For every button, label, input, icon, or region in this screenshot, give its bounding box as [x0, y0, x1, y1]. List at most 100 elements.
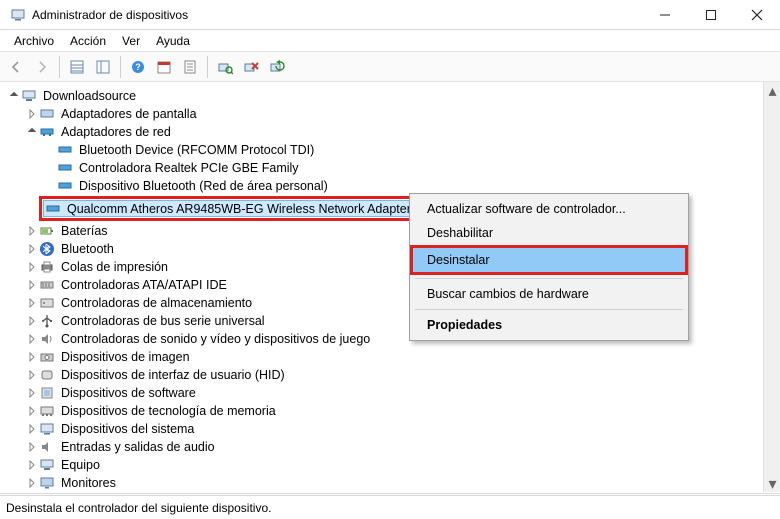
computer-icon	[21, 88, 37, 104]
back-button[interactable]	[4, 55, 28, 79]
tree-node-label: Bluetooth	[59, 242, 116, 256]
menu-view[interactable]: Ver	[114, 32, 148, 50]
expand-icon[interactable]	[25, 476, 39, 490]
tree-node-label: Colas de impresión	[59, 260, 170, 274]
tree-node-label: Entradas y salidas de audio	[59, 440, 217, 454]
tree-node-label: Controladora Realtek PCIe GBE Family	[77, 161, 301, 175]
context-menu-update-driver[interactable]: Actualizar software de controlador...	[413, 197, 685, 221]
scroll-up-arrow[interactable]: ▴	[764, 82, 780, 99]
calendar-icon[interactable]	[152, 55, 176, 79]
collapse-icon[interactable]	[25, 125, 39, 139]
tree-node-system-devices[interactable]: Dispositivos del sistema	[7, 420, 762, 438]
context-menu-separator	[415, 309, 683, 310]
tree-node-label: Dispositivos de software	[59, 386, 198, 400]
expand-icon[interactable]	[25, 314, 39, 328]
context-menu-scan-hardware[interactable]: Buscar cambios de hardware	[413, 282, 685, 306]
uninstall-device-button[interactable]	[239, 55, 263, 79]
expand-icon[interactable]	[25, 224, 39, 238]
expand-icon[interactable]	[25, 242, 39, 256]
tree-node-image-devices[interactable]: Dispositivos de imagen	[7, 348, 762, 366]
svg-text:?: ?	[135, 62, 141, 72]
ide-controller-icon	[39, 277, 55, 293]
tree-node-label: Controladoras de bus serie universal	[59, 314, 267, 328]
audio-io-icon	[39, 439, 55, 455]
update-driver-button[interactable]	[265, 55, 289, 79]
tree-node-label: Dispositivos de interfaz de usuario (HID…	[59, 368, 287, 382]
toolbar-separator	[59, 56, 60, 78]
tree-node-label: Dispositivos de imagen	[59, 350, 192, 364]
memory-icon	[39, 403, 55, 419]
display-adapter-icon	[39, 106, 55, 122]
tree-node-label: Dispositivos de tecnología de memoria	[59, 404, 278, 418]
tree-node-realtek[interactable]: Controladora Realtek PCIe GBE Family	[7, 159, 762, 177]
statusbar: Desinstala el controlador del siguiente …	[0, 495, 780, 519]
window-controls	[642, 0, 780, 30]
tree-root[interactable]: Downloadsource	[7, 87, 762, 105]
titlebar: Administrador de dispositivos	[0, 0, 780, 30]
forward-button[interactable]	[30, 55, 54, 79]
expand-icon[interactable]	[25, 458, 39, 472]
expand-icon[interactable]	[25, 278, 39, 292]
bluetooth-icon	[39, 241, 55, 257]
tree-node-label: Downloadsource	[41, 89, 138, 103]
context-menu-properties-label: Propiedades	[427, 318, 502, 332]
show-hide-console-tree-button[interactable]	[65, 55, 89, 79]
properties-button[interactable]	[91, 55, 115, 79]
close-button[interactable]	[734, 0, 780, 30]
context-menu-disable[interactable]: Deshabilitar	[413, 221, 685, 245]
tree-node-display-adapters[interactable]: Adaptadores de pantalla	[7, 105, 762, 123]
devicemgr-icon	[10, 7, 26, 23]
highlighted-menu-item: Desinstalar	[410, 245, 688, 275]
expand-icon[interactable]	[25, 107, 39, 121]
help-button[interactable]: ?	[126, 55, 150, 79]
tree-node-memory-devices[interactable]: Dispositivos de tecnología de memoria	[7, 402, 762, 420]
vertical-scrollbar[interactable]: ▴ ▾	[763, 82, 780, 492]
menu-file[interactable]: Archivo	[6, 32, 62, 50]
tree-node-label: Bluetooth Device (RFCOMM Protocol TDI)	[77, 143, 316, 157]
network-adapter-icon	[57, 178, 73, 194]
tree-node-network-adapters[interactable]: Adaptadores de red	[7, 123, 762, 141]
scroll-down-arrow[interactable]: ▾	[764, 475, 780, 492]
collapse-icon[interactable]	[7, 89, 21, 103]
system-device-icon	[39, 421, 55, 437]
tree-node-bluetooth-rfcomm[interactable]: Bluetooth Device (RFCOMM Protocol TDI)	[7, 141, 762, 159]
tree-node-monitors[interactable]: Monitores	[7, 474, 762, 492]
window-title: Administrador de dispositivos	[32, 8, 642, 22]
software-device-icon	[39, 385, 55, 401]
hid-icon	[39, 367, 55, 383]
tree-node-label: Dispositivo Bluetooth (Red de área perso…	[77, 179, 330, 193]
camera-icon	[39, 349, 55, 365]
menu-action[interactable]: Acción	[62, 32, 114, 50]
expand-icon[interactable]	[25, 350, 39, 364]
storage-controller-icon	[39, 295, 55, 311]
speaker-icon	[39, 331, 55, 347]
context-menu: Actualizar software de controlador... De…	[409, 193, 689, 341]
minimize-button[interactable]	[642, 0, 688, 30]
context-menu-properties[interactable]: Propiedades	[413, 313, 685, 337]
tree-node-hid[interactable]: Dispositivos de interfaz de usuario (HID…	[7, 366, 762, 384]
tree-node-label: Dispositivos del sistema	[59, 422, 196, 436]
expand-icon[interactable]	[25, 296, 39, 310]
network-adapter-icon	[57, 142, 73, 158]
properties-sheet-icon[interactable]	[178, 55, 202, 79]
toolbar-separator	[207, 56, 208, 78]
tree-node-computer[interactable]: Equipo	[7, 456, 762, 474]
tree-node-label: Qualcomm Atheros AR9485WB-EG Wireless Ne…	[65, 202, 413, 216]
scan-hardware-button[interactable]	[213, 55, 237, 79]
network-adapter-icon	[45, 201, 61, 217]
expand-icon[interactable]	[25, 386, 39, 400]
tree-node-software-devices[interactable]: Dispositivos de software	[7, 384, 762, 402]
expand-icon[interactable]	[25, 422, 39, 436]
maximize-button[interactable]	[688, 0, 734, 30]
expand-icon[interactable]	[25, 404, 39, 418]
expand-icon[interactable]	[25, 332, 39, 346]
expand-icon[interactable]	[25, 368, 39, 382]
tree-node-qualcomm[interactable]: Qualcomm Atheros AR9485WB-EG Wireless Ne…	[43, 200, 418, 217]
tree-node-audio-inputs-outputs[interactable]: Entradas y salidas de audio	[7, 438, 762, 456]
expand-icon[interactable]	[25, 440, 39, 454]
menu-help[interactable]: Ayuda	[148, 32, 198, 50]
tree-node-label: Controladoras de sonido y vídeo y dispos…	[59, 332, 372, 346]
context-menu-uninstall[interactable]: Desinstalar	[413, 248, 685, 272]
expand-icon[interactable]	[25, 260, 39, 274]
tree-node-label: Controladoras de almacenamiento	[59, 296, 254, 310]
